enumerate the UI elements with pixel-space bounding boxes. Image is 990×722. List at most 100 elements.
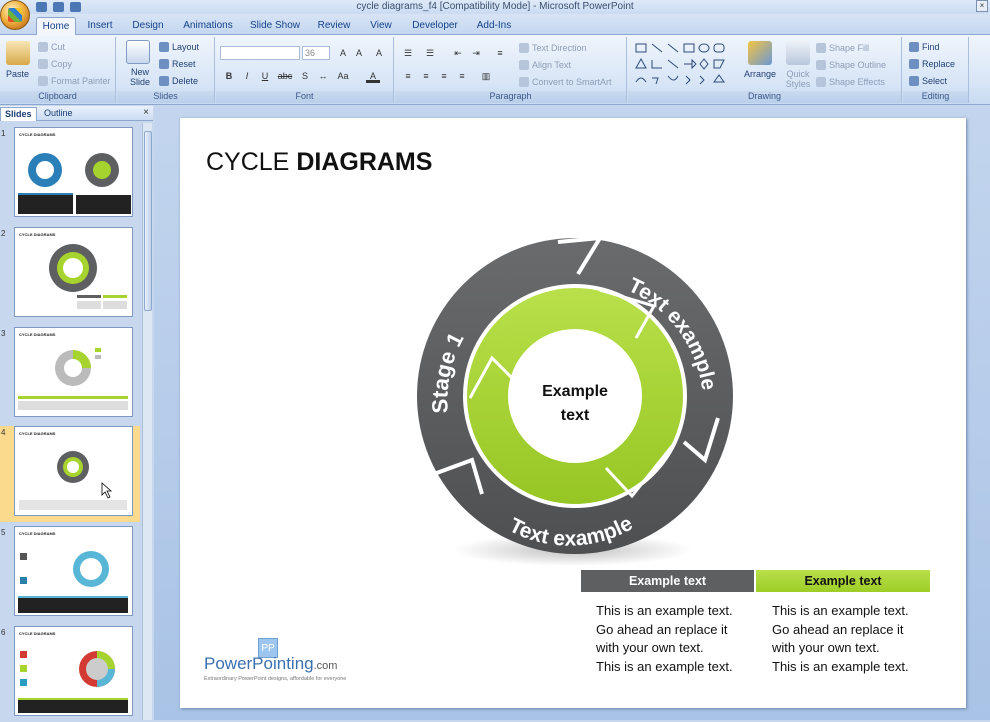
- format-painter-button[interactable]: Format Painter: [38, 76, 111, 86]
- replace-icon: [909, 59, 919, 69]
- strikethrough-button[interactable]: abc: [276, 69, 294, 83]
- font-size-combo[interactable]: 36: [302, 46, 330, 60]
- select-button[interactable]: Select: [909, 76, 947, 86]
- editing-group: Find Replace Select Editing: [903, 37, 969, 103]
- close-panel-icon[interactable]: ×: [143, 107, 149, 118]
- column-1-body[interactable]: This is an example text. Go ahead an rep…: [596, 602, 766, 676]
- thumbnail-number: 6: [1, 628, 6, 637]
- reset-button[interactable]: Reset: [159, 59, 196, 69]
- new-slide-button[interactable]: New Slide: [123, 67, 157, 87]
- copy-button[interactable]: Copy: [38, 59, 72, 69]
- quick-styles-button[interactable]: Quick Styles: [782, 69, 814, 89]
- slide-thumbnail-1[interactable]: 1 CYCLE DIAGRAMS: [0, 127, 140, 223]
- center-text-line2: text: [561, 407, 590, 424]
- tab-design[interactable]: Design: [128, 17, 168, 35]
- convert-smartart-button[interactable]: Convert to SmartArt: [519, 77, 612, 87]
- tab-slide-show[interactable]: Slide Show: [248, 17, 302, 35]
- align-left-icon[interactable]: ≡: [401, 69, 415, 83]
- slide-thumbnail-5[interactable]: 5 CYCLE DIAGRAMS: [0, 526, 140, 622]
- font-label: Font: [216, 91, 393, 103]
- align-text-icon: [519, 60, 529, 70]
- decrease-indent-icon[interactable]: ⇤: [451, 46, 465, 60]
- bullets-icon[interactable]: ☰: [401, 46, 415, 60]
- redo-icon[interactable]: [70, 2, 81, 12]
- scissors-icon: [38, 42, 48, 52]
- replace-button[interactable]: Replace: [909, 59, 955, 69]
- shape-effects-button[interactable]: Shape Effects: [816, 77, 885, 87]
- font-color-icon[interactable]: A: [366, 69, 380, 83]
- underline-button[interactable]: U: [258, 69, 272, 83]
- increase-indent-icon[interactable]: ⇥: [469, 46, 483, 60]
- numbering-icon[interactable]: ☰: [423, 46, 437, 60]
- cursor-icon: [909, 76, 919, 86]
- thumbnail-number: 3: [1, 329, 6, 338]
- copy-icon: [38, 59, 48, 69]
- italic-button[interactable]: I: [240, 69, 254, 83]
- tab-animations[interactable]: Animations: [180, 17, 236, 35]
- scrollbar-thumb[interactable]: [144, 131, 152, 311]
- justify-icon[interactable]: ≡: [455, 69, 469, 83]
- align-center-icon[interactable]: ≡: [419, 69, 433, 83]
- bold-button[interactable]: B: [222, 69, 236, 83]
- char-spacing-icon[interactable]: ↔: [316, 69, 330, 83]
- editing-label: Editing: [903, 91, 968, 103]
- line-spacing-icon[interactable]: ≡: [493, 46, 507, 60]
- undo-icon[interactable]: [53, 2, 64, 12]
- columns-icon[interactable]: ▥: [479, 69, 493, 83]
- office-button[interactable]: [0, 0, 30, 30]
- cycle-diagram[interactable]: Example text Stage 1 Text example Text e…: [400, 228, 750, 578]
- tab-add-ins[interactable]: Add-Ins: [472, 17, 516, 35]
- quick-access-toolbar: [34, 0, 81, 14]
- column-1-header[interactable]: Example text: [581, 570, 754, 592]
- shapes-gallery[interactable]: [634, 42, 738, 88]
- slide-thumbnail-3[interactable]: 3 CYCLE DIAGRAMS: [0, 327, 140, 423]
- align-right-icon[interactable]: ≡: [437, 69, 451, 83]
- thumbnail-canvas: CYCLE DIAGRAMS: [14, 626, 133, 716]
- column-2-line: This is an example text.: [772, 658, 909, 674]
- title-bold-part: DIAGRAMS: [296, 148, 433, 176]
- tab-slides[interactable]: Slides: [0, 107, 37, 121]
- text-direction-button[interactable]: Text Direction: [519, 43, 587, 53]
- shape-fill-button[interactable]: Shape Fill: [816, 43, 869, 53]
- thumbnail-1-preview: [18, 153, 131, 214]
- column-2-header[interactable]: Example text: [756, 570, 930, 592]
- slide-thumbnail-2[interactable]: 2 CYCLE DIAGRAMS: [0, 227, 140, 323]
- arrange-button[interactable]: Arrange: [744, 69, 776, 79]
- binoculars-icon: [909, 42, 919, 52]
- new-slide-icon: [126, 40, 150, 64]
- grow-font-icon[interactable]: A: [336, 46, 350, 60]
- tab-view[interactable]: View: [366, 17, 396, 35]
- tab-review[interactable]: Review: [314, 17, 354, 35]
- panel-scrollbar[interactable]: [142, 123, 152, 720]
- current-slide[interactable]: CYCLE DIAGRAMS Example text Stage 1 Text…: [180, 118, 966, 708]
- shadow-button[interactable]: S: [298, 69, 312, 83]
- shrink-font-icon[interactable]: A: [352, 46, 366, 60]
- delete-icon: [159, 76, 169, 86]
- window-title: cycle diagrams_f4 [Compatibility Mode] -…: [356, 1, 634, 12]
- column-2-line: This is an example text.: [772, 603, 909, 618]
- font-group: 36 A A A B I U abc S ↔ Aa A Font: [216, 37, 394, 103]
- delete-button[interactable]: Delete: [159, 76, 198, 86]
- tab-outline[interactable]: Outline: [40, 107, 77, 121]
- window-close-button[interactable]: ×: [976, 0, 988, 12]
- change-case-icon[interactable]: Aa: [336, 69, 350, 83]
- paste-button[interactable]: Paste: [6, 69, 29, 79]
- column-2-body[interactable]: This is an example text. Go ahead an rep…: [772, 602, 942, 676]
- tab-developer[interactable]: Developer: [410, 17, 460, 35]
- thumbnail-2-preview: [49, 244, 127, 309]
- save-icon[interactable]: [36, 2, 47, 12]
- cut-button[interactable]: Cut: [38, 42, 65, 52]
- layout-button[interactable]: Layout: [159, 42, 199, 52]
- font-name-combo[interactable]: [220, 46, 300, 60]
- align-text-button[interactable]: Align Text: [519, 60, 571, 70]
- clear-format-icon[interactable]: A: [372, 46, 386, 60]
- slide-thumbnail-4[interactable]: 4 CYCLE DIAGRAMS: [0, 426, 140, 522]
- tab-home[interactable]: Home: [36, 17, 76, 36]
- pencil-icon: [816, 60, 826, 70]
- find-button[interactable]: Find: [909, 42, 940, 52]
- column-1-line: with your own text.: [596, 640, 704, 655]
- tab-insert[interactable]: Insert: [82, 17, 118, 35]
- slide-title[interactable]: CYCLE DIAGRAMS: [206, 148, 432, 177]
- shape-outline-button[interactable]: Shape Outline: [816, 60, 886, 70]
- slide-thumbnail-6[interactable]: 6 CYCLE DIAGRAMS: [0, 626, 140, 722]
